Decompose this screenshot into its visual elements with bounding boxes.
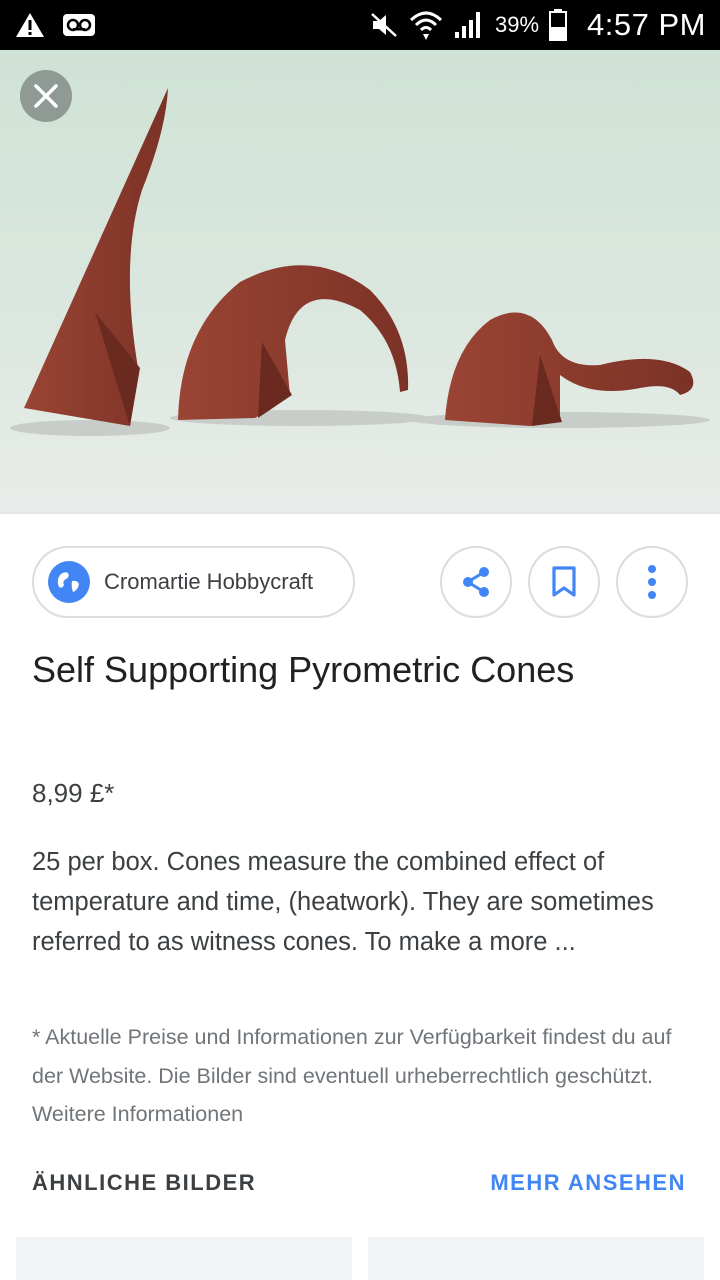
battery-percent: 39%: [495, 12, 540, 37]
bookmark-button[interactable]: [528, 546, 600, 618]
item-title: Self Supporting Pyrometric Cones: [32, 649, 575, 690]
wifi-icon: [409, 8, 443, 42]
disclaimer: * Aktuelle Preise und Informationen zur …: [32, 1018, 702, 1134]
status-bar: 39% 4:57 PM: [0, 0, 720, 50]
more-options-button[interactable]: [616, 546, 688, 618]
close-button[interactable]: [20, 70, 72, 122]
similar-image-thumbnail[interactable]: [16, 1237, 352, 1280]
more-info-link[interactable]: Weitere Informationen: [32, 1102, 243, 1126]
voicemail-icon: [62, 13, 96, 37]
warning-icon: [14, 11, 46, 39]
battery-icon: [549, 9, 568, 41]
globe-icon: [48, 561, 90, 603]
mute-icon: [369, 11, 399, 39]
shadow: [10, 420, 170, 436]
more-vert-icon: [648, 565, 656, 599]
disclaimer-text: * Aktuelle Preise und Informationen zur …: [32, 1025, 672, 1088]
divider: [0, 512, 720, 514]
see-more-link[interactable]: MEHR ANSEHEN: [490, 1170, 686, 1196]
bookmark-icon: [552, 566, 576, 597]
source-name: Cromartie Hobbycraft: [104, 569, 314, 594]
similar-images-heading: ÄHNLICHE BILDER: [32, 1170, 257, 1195]
similar-image-thumbnail[interactable]: [368, 1237, 704, 1280]
clock: 4:57 PM: [587, 7, 706, 42]
share-button[interactable]: [440, 546, 512, 618]
signal-icon: [453, 10, 485, 40]
hero-image[interactable]: [0, 50, 720, 512]
share-icon: [463, 567, 489, 597]
item-description: 25 per box. Cones measure the combined e…: [32, 848, 654, 956]
source-chip[interactable]: Cromartie Hobbycraft: [32, 546, 355, 618]
item-price: 8,99 £*: [32, 778, 115, 808]
close-icon: [34, 84, 58, 108]
